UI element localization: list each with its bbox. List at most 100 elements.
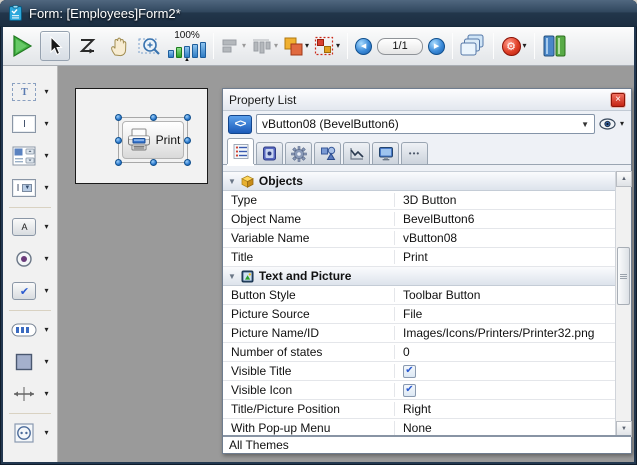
chevron-down-icon[interactable]: ▾ (44, 223, 48, 231)
property-value[interactable]: BevelButton6 (395, 212, 631, 226)
chevron-down-icon[interactable]: ▾ (44, 390, 48, 398)
close-icon: × (615, 94, 621, 105)
zoom-tool-button[interactable] (137, 31, 163, 61)
zoom-bar[interactable] (200, 42, 206, 58)
zoom-bar-current[interactable] (176, 47, 182, 58)
close-button[interactable]: × (611, 93, 625, 107)
checkbox-checked[interactable]: ✔ (403, 384, 416, 397)
chevron-down-icon[interactable]: ▾ (44, 88, 48, 96)
previous-page-button[interactable]: ◀ (355, 38, 372, 55)
resize-handle-sw[interactable] (115, 159, 122, 166)
chevron-down-icon[interactable]: ▾ (44, 358, 48, 366)
property-list-tab[interactable] (227, 138, 254, 164)
collapse-triangle-icon[interactable]: ▼ (228, 272, 236, 281)
zoom-level-widget[interactable]: 100% ▲ (168, 29, 206, 63)
checkbox-checked[interactable]: ✔ (403, 365, 416, 378)
selection-bounds[interactable]: Print (118, 117, 188, 163)
resize-handle-nw[interactable] (115, 114, 122, 121)
window-titlebar[interactable]: Form: [Employees]Form2* (0, 0, 637, 27)
radio-button-tool[interactable]: ▾ (3, 244, 57, 274)
property-row: Object Name BevelButton6 (223, 210, 631, 229)
chevron-down-icon[interactable]: ▾ (44, 255, 48, 263)
objects-section-icon (241, 175, 254, 188)
object-selector-dropdown[interactable]: vButton08 (BevelButton6) ▼ (256, 114, 595, 134)
form-page-canvas[interactable]: Print (75, 88, 208, 184)
resize-handle-n[interactable] (150, 114, 157, 121)
collapse-triangle-icon[interactable]: ▼ (228, 177, 236, 186)
preferences-button[interactable]: ⚙ ▾ (501, 31, 527, 61)
resize-handle-s[interactable] (150, 159, 157, 166)
combo-box-tool[interactable]: I ▼ ▾ (3, 173, 57, 203)
static-text-tool[interactable]: T ▾ (3, 77, 57, 107)
chevron-down-icon[interactable]: ▾ (523, 42, 527, 50)
property-value[interactable]: 0 (395, 345, 631, 359)
group-button[interactable]: ▾ (314, 31, 340, 61)
zoom-bars[interactable] (168, 41, 206, 58)
property-label: Type (223, 193, 395, 207)
zoom-bar[interactable] (192, 44, 198, 58)
property-row: Picture Source File (223, 305, 631, 324)
hand-tool-button[interactable] (106, 31, 132, 61)
level-object-button[interactable]: ▾ (283, 31, 309, 61)
check-box-tool[interactable]: ✔ ▾ (3, 276, 57, 306)
chevron-down-icon[interactable]: ▾ (242, 42, 246, 50)
chevron-down-icon[interactable]: ▾ (44, 152, 48, 160)
chevron-down-icon[interactable]: ▾ (274, 42, 278, 50)
button-tool[interactable]: A ▾ (3, 212, 57, 242)
scroll-up-button[interactable]: ▲ (616, 171, 632, 187)
goto-code-button[interactable]: <> (228, 115, 252, 134)
more-tab[interactable]: ••• (401, 142, 428, 164)
property-value[interactable]: vButton08 (395, 231, 631, 245)
property-scrollbar[interactable]: ▲ ▼ (615, 171, 631, 437)
view-options-button[interactable]: ▾ (599, 118, 626, 130)
splitter-tool[interactable]: ▾ (3, 379, 57, 409)
property-value[interactable]: 3D Button (395, 193, 631, 207)
plugin-area-tool[interactable]: ▾ (3, 418, 57, 448)
property-value[interactable]: None (395, 421, 631, 435)
distribute-button-disabled[interactable]: ▾ (252, 31, 278, 61)
property-value[interactable]: Toolbar Button (395, 288, 631, 302)
section-row[interactable]: ▼ Objects (223, 172, 631, 191)
chevron-down-icon[interactable]: ▾ (305, 42, 309, 50)
property-row: Button Style Toolbar Button (223, 286, 631, 305)
form-pages-button[interactable] (460, 31, 486, 61)
chevron-down-icon[interactable]: ▾ (44, 287, 48, 295)
resize-handle-w[interactable] (115, 137, 122, 144)
resize-handle-e[interactable] (184, 137, 191, 144)
chevron-down-icon[interactable]: ▾ (336, 42, 340, 50)
progress-indicator-tool[interactable]: ▾ (3, 315, 57, 345)
shapes-icon (320, 146, 336, 161)
resize-handle-se[interactable] (184, 159, 191, 166)
objects-tab[interactable] (314, 142, 341, 164)
entry-order-tool-button[interactable] (75, 31, 101, 61)
explorer-books-button[interactable] (542, 31, 568, 61)
events-tab[interactable] (343, 142, 370, 164)
theme-filter-bar[interactable]: All Themes (223, 435, 631, 453)
section-row[interactable]: ▼ Text and Picture (223, 267, 631, 286)
display-tab[interactable] (372, 142, 399, 164)
chevron-down-icon[interactable]: ▾ (44, 326, 48, 334)
list-box-tool[interactable]: ▾ (3, 141, 57, 171)
execute-form-button[interactable] (9, 31, 35, 61)
property-list-titlebar[interactable]: Property List × (223, 89, 631, 111)
settings-tab[interactable] (285, 142, 312, 164)
pointer-tool-button[interactable] (40, 31, 70, 61)
property-value[interactable]: Right (395, 402, 631, 416)
chevron-down-icon[interactable]: ▾ (44, 120, 48, 128)
align-button-disabled[interactable]: ▾ (221, 31, 247, 61)
zoom-bar[interactable] (168, 50, 174, 58)
scrollbar-thumb[interactable] (617, 247, 630, 305)
property-value[interactable]: Images/Icons/Printers/Printer32.png (395, 326, 631, 340)
rectangle-tool[interactable]: ▾ (3, 347, 57, 377)
print-button-object[interactable]: Print (122, 121, 184, 159)
input-field-tool[interactable]: I ▾ (3, 109, 57, 139)
next-page-button[interactable]: ▶ (428, 38, 445, 55)
page-indicator[interactable]: 1/1 (377, 38, 423, 55)
resize-handle-ne[interactable] (184, 114, 191, 121)
property-value[interactable]: File (395, 307, 631, 321)
property-value[interactable]: Print (395, 250, 631, 264)
chevron-down-icon[interactable]: ▾ (44, 429, 48, 437)
coordinates-tab[interactable] (256, 142, 283, 164)
splitter-icon (13, 386, 35, 402)
chevron-down-icon[interactable]: ▾ (44, 184, 48, 192)
